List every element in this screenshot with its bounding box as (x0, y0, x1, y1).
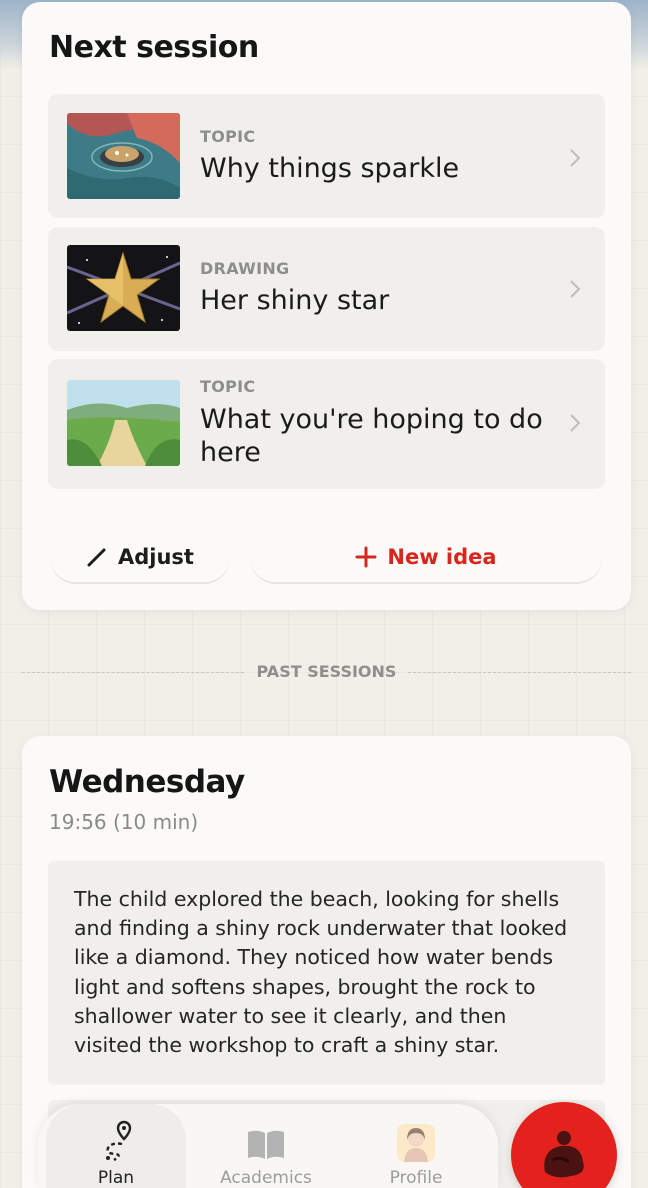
avatar-icon (397, 1124, 435, 1162)
adjust-label: Adjust (118, 545, 194, 569)
chevron-right-icon (570, 414, 581, 432)
session-item-topic-hopes[interactable]: TOPIC What you're hoping to do here (48, 359, 605, 489)
next-session-title: Next session (49, 30, 259, 65)
chevron-right-icon (570, 149, 581, 167)
pencil-icon (87, 548, 106, 567)
item-kind: TOPIC (200, 127, 256, 146)
nav-plan[interactable]: Plan (46, 1104, 186, 1188)
session-time: 19:56 (10 min) (49, 810, 199, 834)
adjust-button[interactable]: Adjust (50, 532, 230, 584)
nav-academics-label: Academics (220, 1168, 312, 1188)
meadow-path-thumbnail (67, 380, 180, 466)
item-title: Her shiny star (200, 285, 390, 316)
item-title: Why things sparkle (200, 153, 460, 184)
book-icon (248, 1130, 284, 1159)
item-kind: TOPIC (200, 377, 256, 396)
nav-profile[interactable]: Profile (346, 1104, 486, 1188)
new-idea-label: New idea (387, 545, 497, 569)
bottom-nav: Plan Academics Profile (38, 1104, 498, 1188)
nav-profile-label: Profile (389, 1168, 443, 1188)
item-kind: DRAWING (200, 259, 290, 278)
past-sessions-divider: PAST SESSIONS (22, 662, 631, 681)
past-sessions-label: PAST SESSIONS (256, 662, 397, 681)
plus-icon (355, 546, 377, 568)
companion-fab-button[interactable] (511, 1102, 617, 1188)
item-title: What you're hoping to do here (200, 404, 543, 468)
sparkle-thumbnail (67, 113, 180, 199)
next-session-card: Next session TOPIC Why things sparkle DR… (22, 2, 631, 610)
character-icon (544, 1131, 584, 1178)
chevron-right-icon (570, 280, 581, 298)
route-pin-icon (106, 1120, 132, 1162)
session-item-drawing-star[interactable]: DRAWING Her shiny star (48, 227, 605, 351)
session-item-topic-sparkle[interactable]: TOPIC Why things sparkle (48, 94, 605, 218)
nav-academics[interactable]: Academics (196, 1104, 336, 1188)
new-idea-button[interactable]: New idea (250, 532, 602, 584)
nav-plan-label: Plan (97, 1168, 135, 1188)
star-drawing-thumbnail (67, 245, 180, 331)
session-summary: The child explored the beach, looking fo… (48, 861, 605, 1085)
session-day: Wednesday (49, 764, 245, 800)
